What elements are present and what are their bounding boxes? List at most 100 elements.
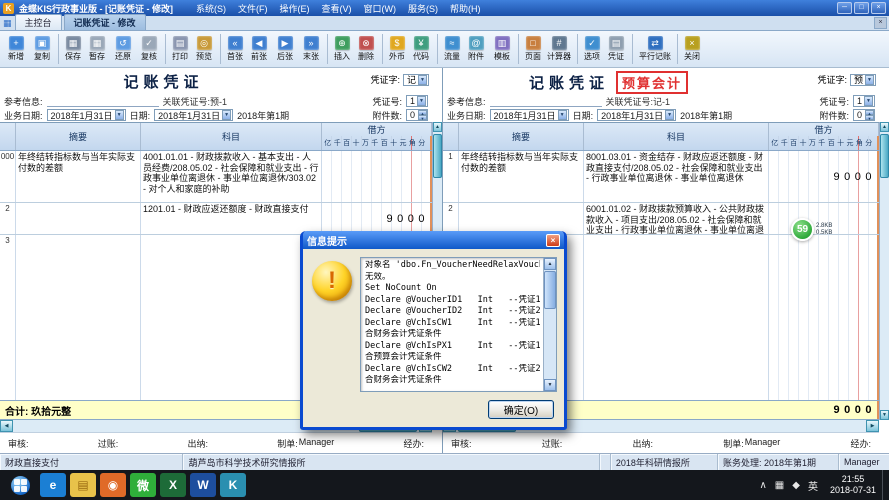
summary-cell[interactable]: 年终结转指标数与当年实际支付数的差额 — [459, 151, 584, 202]
taskbar-icon[interactable]: 微 — [130, 473, 156, 497]
toolbar-button[interactable]: □ 页面 — [518, 34, 544, 64]
dialog-close-icon[interactable]: × — [546, 233, 560, 247]
toolbar-button[interactable]: ¥ 代码 — [408, 34, 434, 64]
tray-icon[interactable]: ◆ — [792, 480, 800, 491]
tray-icon[interactable]: ∧ — [759, 480, 766, 491]
speed-badge[interactable]: 59 — [791, 218, 814, 241]
reference-input[interactable] — [46, 96, 159, 107]
debit-cell[interactable] — [769, 235, 879, 400]
taskbar-icon[interactable]: W — [190, 473, 216, 497]
row-number[interactable]: 3 — [0, 235, 16, 400]
spin-down-icon[interactable]: ▼ — [418, 115, 427, 121]
reference-input[interactable] — [489, 96, 602, 107]
scrollbar-track[interactable] — [880, 132, 889, 410]
scroll-right-icon[interactable]: ▶ — [866, 420, 879, 432]
close-button[interactable]: × — [871, 2, 886, 14]
account-cell[interactable] — [141, 235, 322, 400]
menu-item[interactable]: 窗口(W) — [364, 2, 397, 15]
chevron-down-icon[interactable]: ▼ — [222, 110, 232, 120]
debit-cell[interactable]: 9000 — [769, 151, 879, 202]
taskbar-clock[interactable]: 21:55 2018-07-31 — [824, 474, 882, 496]
toolbar-button[interactable]: ↺ 还原 — [110, 34, 136, 64]
summary-cell[interactable] — [16, 203, 141, 234]
date-picker[interactable]: 2018年1月31日 ▼ — [154, 109, 234, 121]
tab-close-icon[interactable]: × — [874, 17, 887, 29]
toolbar-button[interactable]: # 计算器 — [544, 34, 574, 64]
scroll-down-icon[interactable]: ▼ — [880, 410, 889, 420]
tray-icon[interactable]: 英 — [808, 478, 818, 493]
toolbar-button[interactable]: @ 附件 — [463, 34, 489, 64]
float-widget[interactable]: 59 2.8KB 0.5KB — [791, 218, 832, 241]
menu-item[interactable]: 帮助(H) — [450, 2, 481, 15]
ok-button[interactable]: 确定(O) — [488, 400, 554, 419]
toolbar-button[interactable]: ▥ 模板 — [489, 34, 515, 64]
summary-cell[interactable]: 年终结转指标数与当年实际支付数的差额 — [16, 151, 141, 202]
scroll-up-icon[interactable]: ▲ — [433, 122, 442, 132]
summary-cell[interactable] — [459, 203, 584, 234]
toolbar-button[interactable]: ▤ 凭证 — [603, 34, 629, 64]
account-cell[interactable]: 4001.01.01 - 财政拨款收入 - 基本支出 - 人员经费/208.05… — [141, 151, 322, 202]
taskbar-icon[interactable]: X — [160, 473, 186, 497]
scrollbar-thumb[interactable] — [544, 271, 556, 309]
menu-item[interactable]: 系统(S) — [196, 2, 226, 15]
chevron-down-icon[interactable]: ▼ — [665, 110, 675, 120]
toolbar-button[interactable]: ⊗ 删除 — [353, 34, 379, 64]
scroll-down-icon[interactable]: ▼ — [544, 379, 556, 391]
maximize-button[interactable]: □ — [854, 2, 869, 14]
chevron-down-icon[interactable]: ▼ — [557, 110, 567, 120]
menu-item[interactable]: 查看(V) — [322, 2, 352, 15]
toolbar-button[interactable]: ▶ 后张 — [272, 34, 298, 64]
attachment-count-spinner[interactable]: 0 ▲ ▼ — [405, 109, 428, 121]
voucher-no-select[interactable]: 1 ▼ — [852, 95, 875, 107]
toolbar-button[interactable]: ✓ 选项 — [577, 34, 603, 64]
toolbar-button[interactable]: » 末张 — [298, 34, 324, 64]
menu-item[interactable]: 服务(S) — [408, 2, 438, 15]
taskbar-icon[interactable]: ◉ — [100, 473, 126, 497]
toolbar-button[interactable]: ◀ 前张 — [246, 34, 272, 64]
debit-cell[interactable] — [322, 151, 432, 202]
spin-down-icon[interactable]: ▼ — [865, 115, 874, 121]
taskbar-icon[interactable]: K — [220, 473, 246, 497]
vertical-scrollbar[interactable]: ▲ ▼ — [879, 122, 889, 420]
voucher-no-select[interactable]: 1 ▼ — [405, 95, 428, 107]
toolbar-button[interactable]: ⇄ 平行记账 — [632, 34, 674, 64]
chevron-down-icon[interactable]: ▼ — [864, 96, 873, 106]
row-number[interactable]: 000 — [0, 151, 16, 202]
dialog-scrollbar[interactable]: ▲ ▼ — [543, 258, 556, 391]
start-button[interactable] — [2, 470, 38, 500]
toolbar-button[interactable]: × 关闭 — [677, 34, 703, 64]
chevron-down-icon[interactable]: ▼ — [417, 96, 426, 106]
toolbar-button[interactable]: $ 外币 — [382, 34, 408, 64]
account-cell[interactable]: 8001.03.01 - 资金结存 - 财政应返还额度 - 财政直接支付/208… — [584, 151, 769, 202]
summary-cell[interactable] — [16, 235, 141, 400]
date-picker[interactable]: 2018年1月31日 ▼ — [597, 109, 677, 121]
account-cell[interactable] — [584, 235, 769, 400]
minimize-button[interactable]: ─ — [837, 2, 852, 14]
tab[interactable]: 记账凭证 - 修改 — [63, 14, 146, 30]
scroll-up-icon[interactable]: ▲ — [880, 122, 889, 132]
chevron-down-icon[interactable]: ▼ — [418, 74, 427, 85]
attachment-count-spinner[interactable]: 0 ▲ ▼ — [852, 109, 875, 121]
toolbar-button[interactable]: « 首张 — [220, 34, 246, 64]
scroll-up-icon[interactable]: ▲ — [544, 258, 556, 270]
dialog-titlebar[interactable]: 信息提示 × — [303, 231, 564, 249]
show-desktop-button[interactable] — [882, 470, 887, 500]
taskbar-icon[interactable]: e — [40, 473, 66, 497]
tray-icon[interactable]: ▦ — [775, 480, 784, 491]
menu-item[interactable]: 操作(E) — [280, 2, 310, 15]
taskbar-icon[interactable]: ▤ — [70, 473, 96, 497]
toolbar-button[interactable]: ≈ 流量 — [437, 34, 463, 64]
chevron-down-icon[interactable]: ▼ — [114, 110, 124, 120]
voucher-word-select[interactable]: 预 ▼ — [849, 73, 876, 86]
row-number[interactable]: 2 — [443, 203, 459, 234]
account-cell[interactable]: 1201.01 - 财政应返还额度 - 财政直接支付 — [141, 203, 322, 234]
toolbar-button[interactable]: ▦ 保存 — [58, 34, 84, 64]
toolbar-button[interactable]: ▦ 暂存 — [84, 34, 110, 64]
toolbar-button[interactable]: + 新增 — [3, 34, 29, 64]
voucher-word-select[interactable]: 记 ▼ — [402, 73, 429, 86]
debit-cell[interactable]: 9000 — [322, 203, 432, 234]
toolbar-button[interactable]: ⊕ 插入 — [327, 34, 353, 64]
scroll-left-icon[interactable]: ◀ — [0, 420, 13, 432]
scrollbar-thumb[interactable] — [880, 134, 889, 178]
scrollbar-thumb[interactable] — [433, 134, 442, 178]
